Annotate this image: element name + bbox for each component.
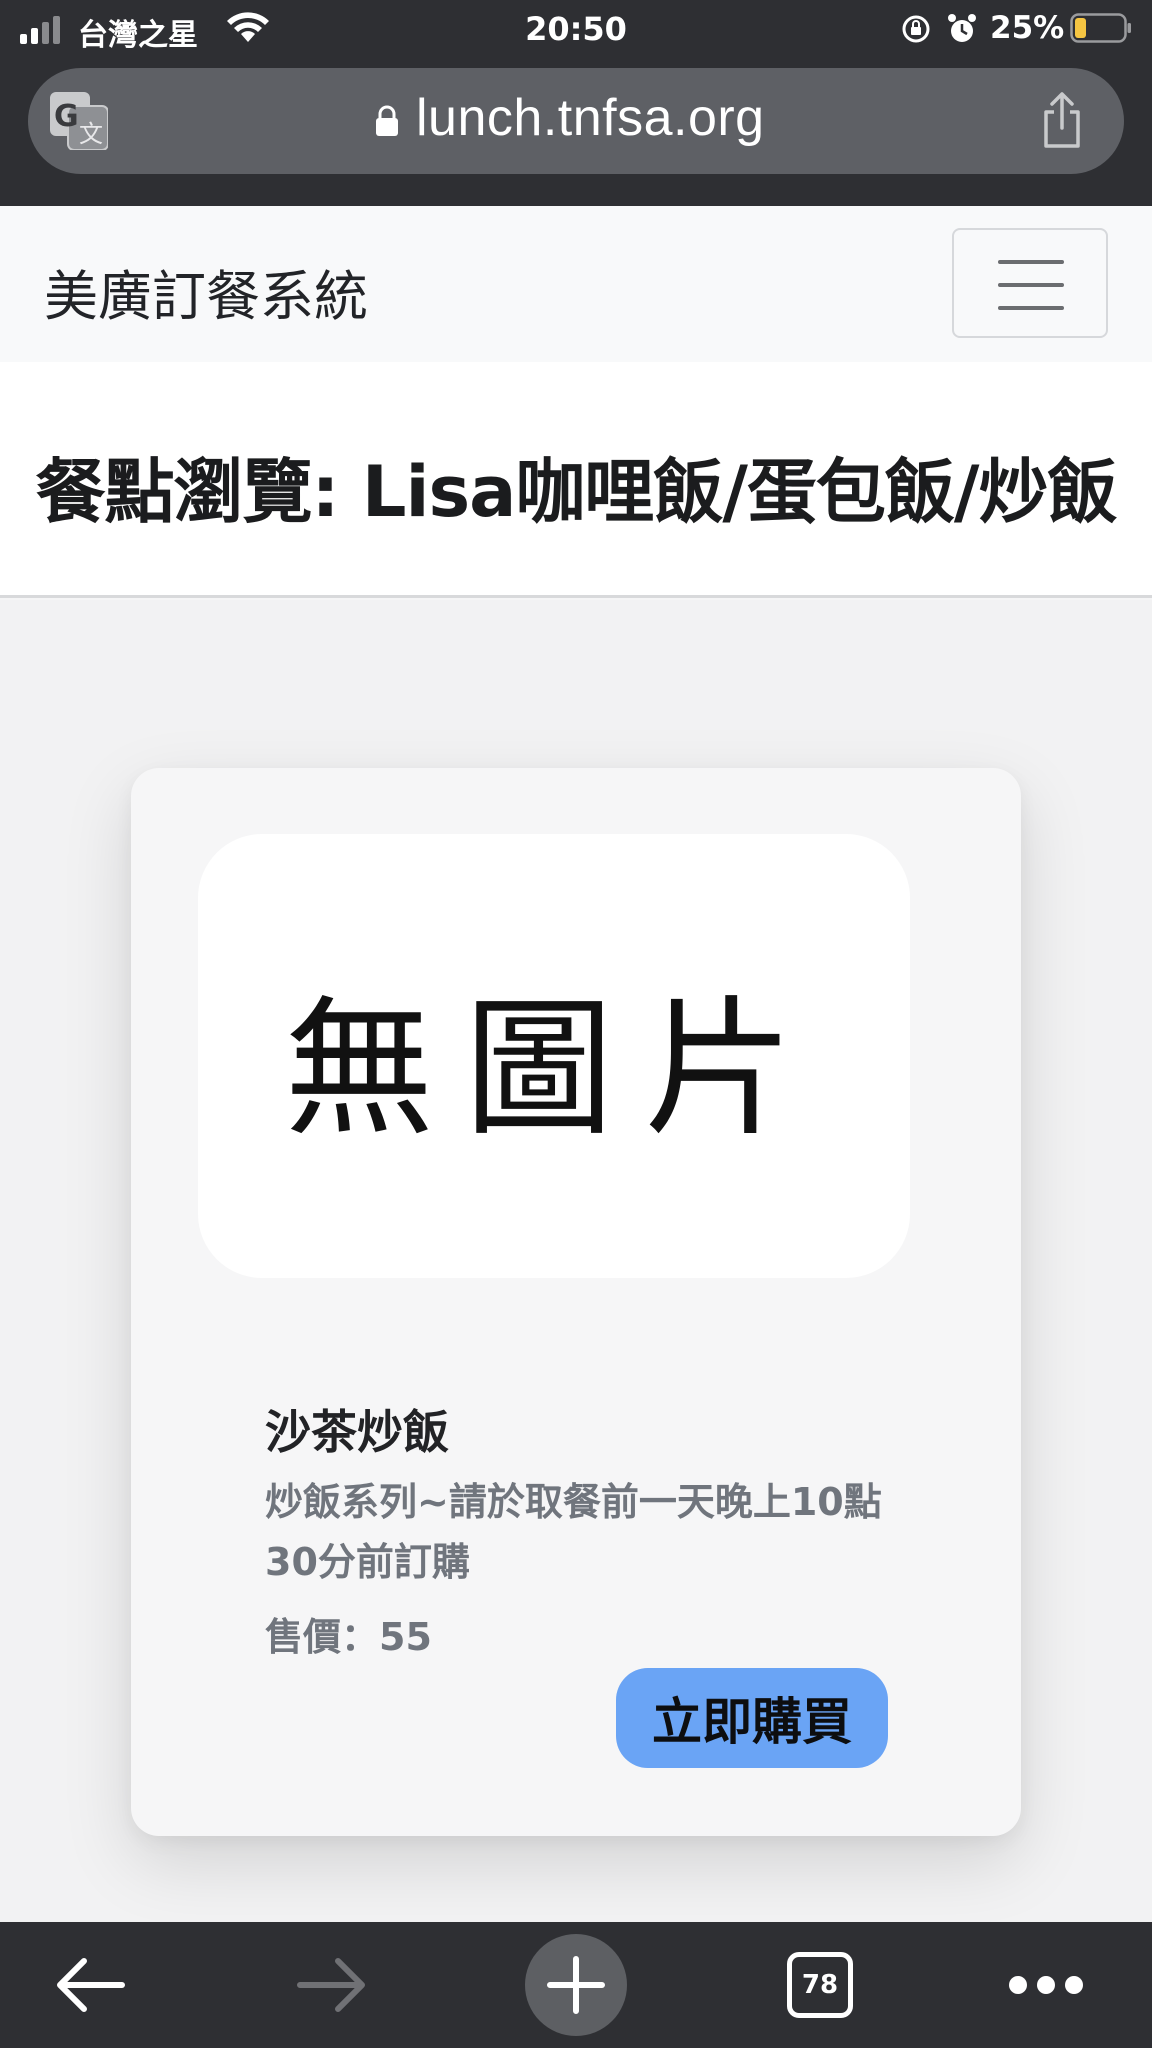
hamburger-icon (998, 260, 1064, 264)
lock-icon (376, 105, 398, 136)
forward-arrow-icon (297, 1958, 365, 2012)
page-title: 餐點瀏覽: Lisa咖哩飯/蛋包飯/炒飯 (35, 451, 1118, 533)
content-area: 無圖片 沙茶炒飯 炒飯系列~請於取餐前一天晚上10點30分前訂購 售價：55 立… (0, 600, 1152, 1922)
back-button[interactable] (40, 1922, 140, 2048)
more-icon (1009, 1976, 1083, 1994)
tabs-icon: 78 (787, 1952, 853, 2018)
tabs-button[interactable]: 78 (770, 1922, 870, 2048)
navbar: 美廣訂餐系統 (0, 206, 1152, 362)
back-arrow-icon (57, 1958, 125, 2012)
screen: 台灣之星 20:50 25% G 文 lunch.tnfsa.org 美廣訂餐系… (0, 0, 1152, 2048)
url-text[interactable]: lunch.tnfsa.org (416, 88, 765, 148)
battery-icon (1070, 13, 1131, 43)
buy-now-button[interactable]: 立即購買 (616, 1668, 888, 1768)
navbar-brand[interactable]: 美廣訂餐系統 (44, 252, 368, 331)
svg-text:文: 文 (79, 120, 103, 148)
product-name: 沙茶炒飯 (265, 1405, 449, 1459)
new-tab-button[interactable] (524, 1922, 628, 2048)
status-time: 20:50 (525, 10, 627, 48)
alarm-icon (948, 14, 976, 42)
title-section: 餐點瀏覽: Lisa咖哩飯/蛋包飯/炒飯 (0, 362, 1152, 598)
plus-icon (547, 1956, 605, 2014)
browser-chrome-top: 台灣之星 20:50 25% G 文 lunch.tnfsa.org (0, 0, 1152, 206)
menu-toggle-button[interactable] (952, 228, 1108, 338)
battery-percent: 25% (990, 10, 1065, 46)
product-card: 無圖片 沙茶炒飯 炒飯系列~請於取餐前一天晚上10點30分前訂購 售價：55 立… (131, 768, 1021, 1836)
product-price: 售價：55 (265, 1615, 432, 1659)
more-button[interactable] (996, 1922, 1096, 2048)
forward-button[interactable] (282, 1922, 382, 2048)
address-bar[interactable]: G 文 lunch.tnfsa.org (28, 68, 1124, 174)
translate-icon[interactable]: G 文 (50, 92, 108, 150)
no-image-placeholder: 無圖片 (283, 982, 824, 1157)
status-bar: 台灣之星 20:50 25% (0, 0, 1152, 58)
share-icon[interactable] (1038, 90, 1086, 150)
svg-text:G: G (54, 99, 79, 134)
product-image: 無圖片 (198, 834, 910, 1278)
browser-toolbar: 78 (0, 1922, 1152, 2048)
product-description: 炒飯系列~請於取餐前一天晚上10點30分前訂購 (265, 1480, 882, 1584)
rotation-lock-icon (902, 15, 930, 43)
